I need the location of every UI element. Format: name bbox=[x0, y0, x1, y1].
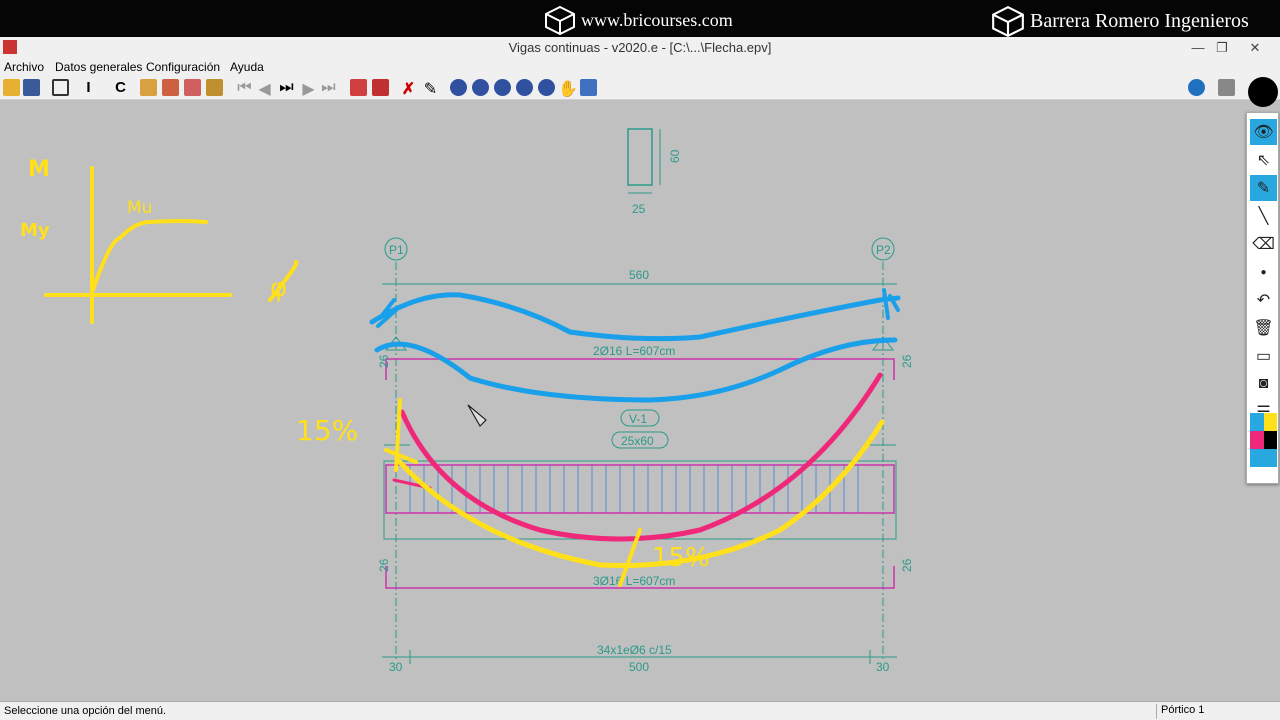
board-icon[interactable]: ▭ bbox=[1250, 343, 1277, 369]
window-icon[interactable] bbox=[580, 79, 597, 96]
pen-icon[interactable]: ✎ bbox=[1250, 175, 1277, 201]
stirrups-label: 34x1eØ6 c/15 bbox=[597, 643, 672, 657]
table-icon[interactable] bbox=[140, 79, 157, 96]
brand-name: Barrera Romero Ingenieros bbox=[1030, 9, 1249, 32]
window-titlebar: Vigas continuas - v2020.e - [C:\...\Flec… bbox=[0, 37, 1280, 59]
top-rebar-label: 2Ø16 L=607cm bbox=[593, 344, 675, 358]
toolbar: I C ⏮ ◀ ⏭ ▶ ⏭ ✗ ✎ ✋ bbox=[0, 76, 1280, 100]
i-beam-icon[interactable]: I bbox=[80, 79, 97, 96]
menu-ayuda[interactable]: Ayuda bbox=[230, 60, 264, 74]
moment-curve bbox=[91, 219, 208, 292]
load-icon[interactable] bbox=[162, 79, 179, 96]
section-width-label: 25 bbox=[632, 202, 646, 216]
cube-logo-icon bbox=[992, 6, 1024, 37]
menu-configuracion[interactable]: Configuración bbox=[146, 60, 220, 74]
my-label: My bbox=[20, 220, 50, 241]
anchor-bot-left-label: 26 bbox=[377, 558, 391, 572]
bottom-rebar-label: 3Ø16 L=607cm bbox=[593, 574, 675, 588]
check-icon[interactable] bbox=[184, 79, 201, 96]
menu-bar: Archivo Datos generales Configuración Ay… bbox=[0, 59, 1280, 76]
trash-icon[interactable]: 🗑 bbox=[1250, 315, 1277, 341]
support-left-label: P1 bbox=[389, 243, 404, 257]
pointer-tool-logo-icon[interactable] bbox=[1248, 77, 1278, 107]
beam-drawing: 60 25 P1 P2 560 2Ø16 L=607cm V-1 25x60 3… bbox=[20, 128, 914, 674]
status-panel: Pórtico 1 bbox=[1156, 704, 1276, 719]
site-watermark: www.bricourses.com bbox=[543, 5, 733, 35]
span-icon[interactable]: ⏭ bbox=[278, 79, 295, 96]
status-bar: Seleccione una opción del menú. Pórtico … bbox=[0, 701, 1280, 720]
diagram2-icon[interactable] bbox=[372, 79, 389, 96]
drawing-canvas[interactable]: 60 25 P1 P2 560 2Ø16 L=607cm V-1 25x60 3… bbox=[0, 100, 1280, 701]
zoom-window-icon[interactable] bbox=[494, 79, 511, 96]
open-folder-icon[interactable] bbox=[3, 79, 20, 96]
pan-hand-icon[interactable]: ✋ bbox=[558, 79, 578, 98]
zoom-all-icon[interactable] bbox=[538, 79, 555, 96]
edit-icon[interactable]: ✎ bbox=[422, 79, 439, 98]
dot-icon[interactable]: ● bbox=[1250, 259, 1277, 285]
anchor-bot-right-label: 26 bbox=[900, 558, 914, 572]
pointer-icon[interactable]: ⇖ bbox=[1250, 147, 1277, 173]
status-message: Seleccione una opción del menú. bbox=[4, 705, 167, 717]
annotation-toolbar: 👁 ⇖ ✎ ╲ ⌫ ● ↶ 🗑 ▭ ◙ ☰ bbox=[1246, 112, 1279, 484]
support-right-label: P2 bbox=[876, 243, 891, 257]
moment-axes bbox=[44, 166, 232, 324]
brand-watermark: Barrera Romero Ingenieros bbox=[990, 5, 1249, 37]
beam-size-label: 25x60 bbox=[621, 434, 654, 448]
pct-mid-label: 15% bbox=[652, 543, 710, 573]
deflection-top-stroke bbox=[369, 292, 901, 342]
eye-icon[interactable]: 👁 bbox=[1250, 119, 1277, 145]
section-rect bbox=[627, 128, 653, 186]
camera-icon[interactable]: ◙ bbox=[1250, 371, 1277, 397]
anchor-top-right-label: 26 bbox=[900, 354, 914, 368]
close-button[interactable]: ✕ bbox=[1243, 38, 1267, 58]
first-icon[interactable]: ⏮ bbox=[236, 79, 253, 96]
layers-icon[interactable] bbox=[1218, 79, 1235, 96]
globe-icon[interactable] bbox=[1188, 79, 1205, 96]
anchor-top-left-label: 26 bbox=[377, 354, 391, 368]
print-icon[interactable] bbox=[206, 79, 223, 96]
phi-label: φ bbox=[270, 273, 287, 303]
menu-datos-generales[interactable]: Datos generales bbox=[55, 60, 142, 74]
line-icon[interactable]: ╲ bbox=[1250, 203, 1277, 229]
site-url: www.bricourses.com bbox=[581, 9, 733, 30]
delete-icon[interactable]: ✗ bbox=[400, 79, 417, 98]
window-title: Vigas continuas - v2020.e - [C:\...\Flec… bbox=[508, 40, 772, 55]
stirrup-lines bbox=[409, 465, 859, 513]
dim-mid-label: 500 bbox=[629, 660, 649, 674]
save-icon[interactable] bbox=[23, 79, 40, 96]
zoom-out-icon[interactable] bbox=[472, 79, 489, 96]
dim-right-label: 30 bbox=[876, 660, 890, 674]
next-icon[interactable]: ▶ bbox=[300, 79, 317, 98]
dim-left-label: 30 bbox=[389, 660, 403, 674]
section-icon[interactable] bbox=[52, 79, 69, 96]
palette-icon[interactable] bbox=[1250, 413, 1277, 467]
span-total-label: 560 bbox=[629, 268, 649, 282]
minimize-button[interactable]: — bbox=[1186, 38, 1210, 58]
undo-icon[interactable]: ↶ bbox=[1250, 287, 1277, 313]
cursor-pen-icon bbox=[467, 404, 487, 427]
cube-logo-icon bbox=[545, 5, 575, 35]
c-section-icon[interactable]: C bbox=[112, 79, 129, 96]
diagram-icon[interactable] bbox=[350, 79, 367, 96]
last-icon[interactable]: ⏭ bbox=[320, 79, 337, 96]
menu-archivo[interactable]: Archivo bbox=[4, 60, 44, 74]
zoom-in-icon[interactable] bbox=[450, 79, 467, 96]
pct-left-label: 15% bbox=[296, 414, 358, 447]
mu-label: Mu bbox=[127, 198, 152, 218]
redraw-icon[interactable] bbox=[516, 79, 533, 96]
moment-axis-label: M bbox=[28, 157, 50, 182]
prev-icon[interactable]: ◀ bbox=[256, 79, 273, 98]
section-height-label: 60 bbox=[668, 149, 682, 163]
eraser-icon[interactable]: ⌫ bbox=[1250, 231, 1277, 257]
video-banner: www.bricourses.com Barrera Romero Ingeni… bbox=[0, 0, 1280, 37]
restore-button[interactable]: ❐ bbox=[1210, 38, 1234, 58]
beam-name-label: V-1 bbox=[629, 412, 647, 426]
